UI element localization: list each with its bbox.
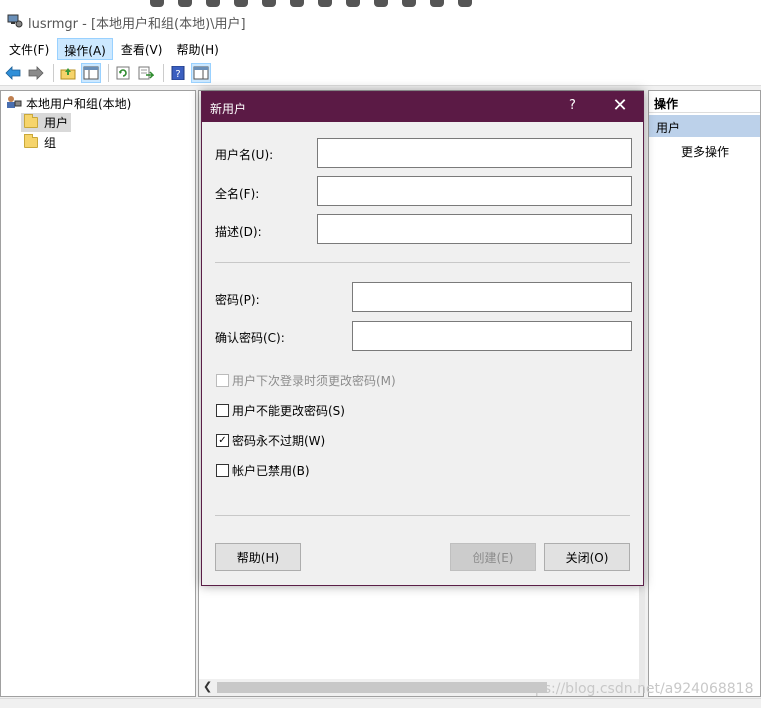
checkmark-icon: ✓ <box>216 434 229 447</box>
up-folder-icon[interactable] <box>58 63 78 83</box>
menu-bar: 文件(F) 操作(A) 查看(V) 帮助(H) <box>0 38 761 60</box>
tree-item-groups[interactable]: 组 <box>21 133 59 152</box>
checkbox-box <box>216 374 229 387</box>
scrollbar-thumb[interactable] <box>217 682 547 693</box>
toolbar-separator <box>53 63 54 82</box>
tree-item-label: 组 <box>44 136 57 150</box>
dialog-title: 新用户 <box>210 102 247 116</box>
must-change-password-checkbox[interactable]: 用户下次登录时须更改密码(M) <box>216 372 396 389</box>
tree-item-label: 用户 <box>44 116 69 130</box>
refresh-icon[interactable] <box>113 63 133 83</box>
fullname-input[interactable] <box>317 176 632 206</box>
confirm-password-input[interactable] <box>352 321 632 351</box>
description-input[interactable] <box>317 214 632 244</box>
description-label: 描述(D): <box>215 225 262 239</box>
back-arrow-icon[interactable] <box>3 63 23 83</box>
cannot-change-password-checkbox[interactable]: 用户不能更改密码(S) <box>216 402 345 419</box>
actions-pane: 操作 用户 更多操作 <box>648 90 761 697</box>
password-label: 密码(P): <box>215 293 260 307</box>
menu-action[interactable]: 操作(A) <box>57 38 113 60</box>
checkbox-box <box>216 404 229 417</box>
toolbar-separator <box>108 63 109 82</box>
checkbox-label: 密码永不过期(W) <box>232 434 326 448</box>
username-label: 用户名(U): <box>215 148 274 162</box>
dialog-close-icon[interactable]: ✕ <box>610 96 630 116</box>
window-titlebar: lusrmgr - [本地用户和组(本地)\用户] <box>0 0 761 40</box>
pane-splitter[interactable] <box>639 586 645 686</box>
watermark-text: https://blog.csdn.net/a924068818 <box>515 681 754 697</box>
scroll-left-arrow-icon[interactable]: ❮ <box>203 680 212 693</box>
new-user-dialog: 新用户 ? ✕ 用户名(U): 全名(F): 描述(D): 密码(P): 确认密… <box>201 91 644 586</box>
actions-pane-header: 操作 <box>649 91 760 113</box>
export-list-icon[interactable] <box>136 63 156 83</box>
checkbox-box <box>216 464 229 477</box>
window-title: lusrmgr - [本地用户和组(本地)\用户] <box>28 17 246 32</box>
help-button[interactable]: 帮助(H) <box>215 543 301 571</box>
confirm-password-label: 确认密码(C): <box>215 331 285 345</box>
show-hide-action-pane-icon[interactable] <box>191 62 211 83</box>
tree-root-label: 本地用户和组(本地) <box>26 97 132 111</box>
taskbar-icons-strip <box>150 0 472 8</box>
fullname-label: 全名(F): <box>215 187 260 201</box>
dialog-titlebar: 新用户 ? ✕ <box>202 92 643 122</box>
menu-view[interactable]: 查看(V) <box>115 38 169 60</box>
local-users-groups-icon <box>6 95 22 112</box>
close-button[interactable]: 关闭(O) <box>544 543 630 571</box>
password-never-expires-checkbox[interactable]: ✓ 密码永不过期(W) <box>216 432 325 449</box>
toolbar: ? <box>0 60 761 86</box>
folder-icon <box>24 134 38 148</box>
checkbox-label: 帐户已禁用(B) <box>232 464 310 478</box>
computer-management-icon <box>7 13 23 29</box>
status-bar <box>0 698 761 708</box>
help-icon[interactable]: ? <box>168 63 188 83</box>
console-tree: 本地用户和组(本地) 用户 组 <box>0 90 196 697</box>
dialog-divider <box>215 515 630 516</box>
username-input[interactable] <box>317 138 632 168</box>
svg-text:?: ? <box>175 69 180 80</box>
menu-file[interactable]: 文件(F) <box>3 38 55 60</box>
checkbox-label: 用户不能更改密码(S) <box>232 404 345 418</box>
dialog-help-icon[interactable]: ? <box>569 98 581 113</box>
dialog-divider <box>215 262 630 263</box>
account-disabled-checkbox[interactable]: 帐户已禁用(B) <box>216 462 310 479</box>
checkbox-label: 用户下次登录时须更改密码(M) <box>232 374 396 388</box>
more-actions-link[interactable]: 更多操作 <box>681 143 729 160</box>
tree-item-users[interactable]: 用户 <box>21 113 72 132</box>
show-hide-tree-icon[interactable] <box>81 62 101 83</box>
actions-section-users[interactable]: 用户 <box>649 115 760 137</box>
folder-icon <box>24 114 38 128</box>
forward-arrow-icon[interactable] <box>26 63 46 83</box>
menu-help[interactable]: 帮助(H) <box>170 38 224 60</box>
create-button[interactable]: 创建(E) <box>450 543 536 571</box>
toolbar-separator <box>163 63 164 82</box>
tree-root-node[interactable]: 本地用户和组(本地) <box>6 95 131 112</box>
password-input[interactable] <box>352 282 632 312</box>
